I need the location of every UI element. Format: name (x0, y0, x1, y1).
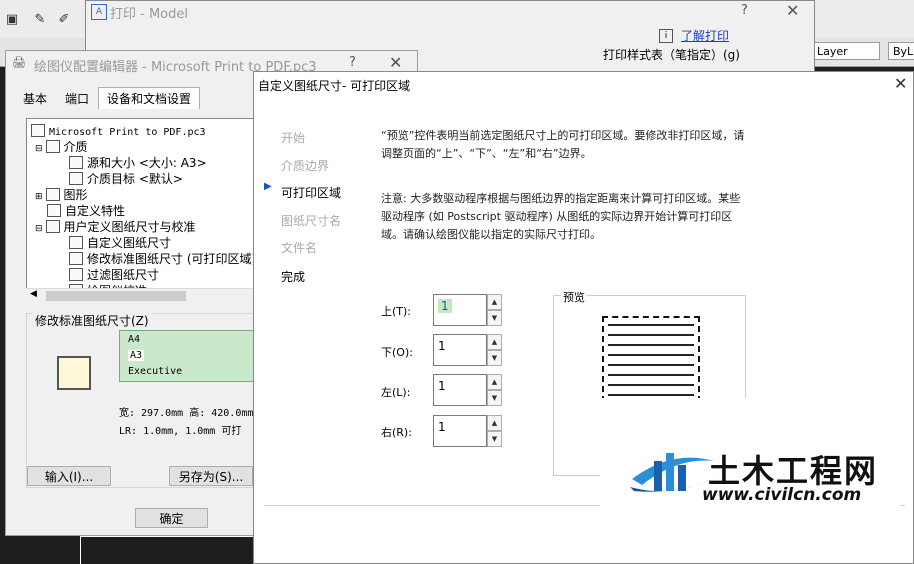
tab-basic[interactable]: 基本 (14, 87, 56, 110)
nav-step-file-name: 文件名 (281, 241, 318, 255)
import-button[interactable]: 输入(I)... (27, 466, 111, 486)
preview-paper (602, 316, 700, 402)
tree-item-user-paper[interactable]: ⊟ 用户定义图纸尺寸与校准 (35, 219, 196, 235)
info-icon: i (659, 29, 673, 43)
description-text: “预览”控件表明当前选定图纸尺寸上的可打印区域。要修改非打印区域，请调整页面的“… (381, 129, 745, 160)
margin-info: LR: 1.0mm, 1.0mm 可打 (119, 426, 242, 437)
spin-down-icon[interactable]: ▼ (487, 390, 502, 406)
nav-step-finish: 完成 (281, 270, 306, 284)
bylayer-combo[interactable]: ByL (888, 42, 914, 60)
pc3-help-button[interactable]: ? (349, 55, 356, 70)
graphics-icon (45, 188, 60, 201)
spin-up-icon[interactable]: ▲ (487, 294, 502, 310)
preview-label: 预览 (561, 289, 587, 305)
collapse-icon[interactable]: ⊟ (35, 144, 43, 154)
printer-icon (31, 124, 45, 137)
spin-down-icon[interactable]: ▼ (487, 431, 502, 447)
paper-calib-icon (45, 220, 60, 233)
print-help-button[interactable]: ? (741, 3, 748, 18)
preview-line (608, 344, 694, 346)
preview-line (608, 324, 694, 326)
bottom-label: 下(O): (381, 346, 413, 359)
tree-item-custom-paper[interactable]: 自定义图纸尺寸 (69, 235, 171, 251)
tab-port[interactable]: 端口 (56, 87, 98, 110)
tree-item-filter-paper[interactable]: 过滤图纸尺寸 (69, 267, 159, 283)
paper-item-executive[interactable]: Executive (128, 366, 182, 377)
paper-item-a3[interactable]: A3 (128, 350, 145, 361)
preview-line (608, 354, 694, 356)
preview-line (608, 384, 694, 386)
plot-style-label: 打印样式表（笔指定）(g) (603, 48, 740, 62)
top-label: 上(T): (381, 305, 412, 318)
cad-drawing-frame (80, 536, 255, 564)
preview-line (608, 364, 694, 366)
spin-up-icon[interactable]: ▲ (487, 374, 502, 390)
spin-up-icon[interactable]: ▲ (487, 415, 502, 431)
spin-down-icon[interactable]: ▼ (487, 310, 502, 326)
tree-item-pc3[interactable]: Microsoft Print to PDF.pc3 (31, 123, 206, 139)
pencil-icon[interactable]: ✎ (32, 12, 48, 28)
brush-icon[interactable]: ✐ (56, 12, 72, 28)
save-as-button[interactable]: 另存为(S)... (169, 466, 253, 486)
learn-print-link[interactable]: 了解打印 (681, 27, 729, 44)
tree-item-media[interactable]: ⊟ 介质 (35, 139, 88, 155)
tab-device-settings[interactable]: 设备和文档设置 (98, 87, 201, 109)
bottom-input[interactable]: 1 (433, 334, 487, 366)
spin-down-icon[interactable]: ▼ (487, 350, 502, 366)
custom-paper-icon (69, 236, 83, 249)
top-input[interactable]: 1 (433, 294, 487, 326)
source-icon (69, 156, 83, 169)
plotter-icon: 🖨 (12, 56, 26, 69)
left-spinner[interactable]: 1 ▲ ▼ (433, 374, 503, 406)
expand-icon[interactable]: ⊞ (35, 192, 43, 202)
collapse-icon[interactable]: ⊟ (35, 224, 43, 234)
nav-step-printable-area: 可打印区域 (281, 186, 342, 200)
right-input[interactable]: 1 (433, 415, 487, 447)
dialog-title: 自定义图纸尺寸- 可打印区域 (258, 79, 411, 93)
close-icon[interactable]: ✕ (894, 74, 907, 93)
media-icon (45, 140, 60, 153)
top-spinner[interactable]: 1 ▲ ▼ (433, 294, 503, 326)
modify-paper-icon (69, 252, 83, 265)
pc3-tab-bar: 基本 端口 设备和文档设置 (14, 87, 201, 110)
open-icon[interactable]: ▣ (4, 12, 20, 28)
nav-step-start: 开始 (281, 131, 306, 145)
right-label: 右(R): (381, 426, 412, 439)
filter-icon (69, 268, 83, 281)
paper-size-info: 宽: 297.0mm 高: 420.0mm (119, 408, 254, 419)
nav-step-media-bounds: 介质边界 (281, 159, 330, 173)
nav-step-paper-name: 图纸尺寸名 (281, 214, 342, 228)
print-close-icon[interactable]: ✕ (786, 1, 799, 20)
note-text: 注意: 大多数驱动程序根据与图纸边界的指定距离来计算可打印区域。某些驱动程序 (… (381, 192, 741, 241)
props-icon (47, 204, 61, 217)
scroll-left-icon[interactable]: ◀ (30, 289, 37, 299)
preview-line (608, 394, 694, 396)
paper-size-icon (57, 356, 91, 390)
watermark-url: www.civilcn.com (702, 485, 862, 505)
tree-item-media-dest[interactable]: 介质目标 <默认> (69, 171, 183, 187)
current-step-arrow-icon: ▶ (264, 181, 272, 192)
tree-item-source-size[interactable]: 源和大小 <大小: A3> (69, 155, 207, 171)
layer-combo[interactable]: Layer (812, 42, 880, 60)
dest-icon (69, 172, 83, 185)
pc3-close-icon[interactable]: ✕ (389, 53, 402, 72)
bottom-spinner[interactable]: 1 ▲ ▼ (433, 334, 503, 366)
spin-up-icon[interactable]: ▲ (487, 334, 502, 350)
ok-button[interactable]: 确定 (135, 508, 208, 528)
tree-item-modify-paper[interactable]: 修改标准图纸尺寸 (可打印区域) (69, 251, 256, 267)
preview-line (608, 374, 694, 376)
left-label: 左(L): (381, 386, 411, 399)
preview-line (608, 334, 694, 336)
scroll-thumb[interactable] (46, 291, 186, 301)
paper-item-a4[interactable]: A4 (128, 334, 140, 345)
print-dialog-title: 打印 - Model (110, 7, 188, 22)
autocad-app-icon: A (91, 4, 107, 20)
right-spinner[interactable]: 1 ▲ ▼ (433, 415, 503, 447)
modify-group-label: 修改标准图纸尺寸(Z) (32, 312, 152, 329)
tree-item-custom-props[interactable]: 自定义特性 (47, 203, 125, 219)
watermark: 土木工程网 www.civilcn.com (600, 398, 900, 550)
tree-item-graphics[interactable]: ⊞ 图形 (35, 187, 88, 203)
left-input[interactable]: 1 (433, 374, 487, 406)
